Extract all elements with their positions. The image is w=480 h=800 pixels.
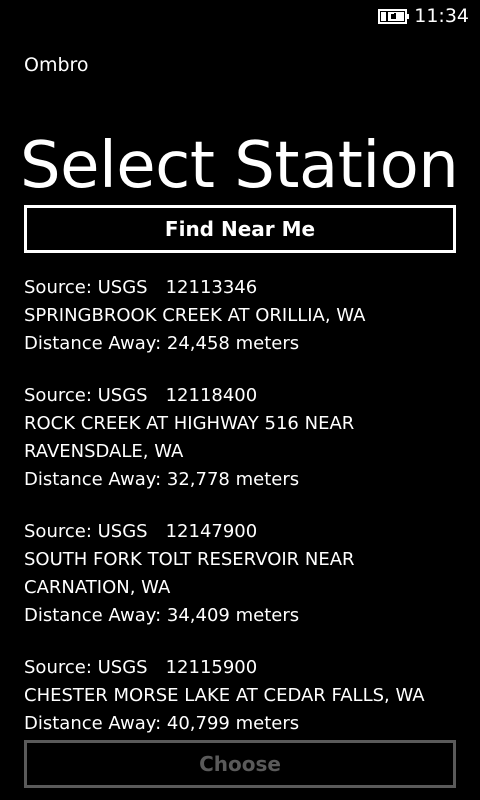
station-source: Source: USGS [24, 385, 148, 406]
station-source-line: Source: USGS 12147900 [24, 518, 464, 546]
station-distance: Distance Away: 40,799 meters [24, 713, 300, 734]
station-id: 12118400 [165, 385, 258, 406]
station-source: Source: USGS [24, 277, 148, 298]
station-name: CHESTER MORSE LAKE AT CEDAR FALLS, WA [24, 685, 425, 706]
station-source: Source: USGS [24, 521, 148, 542]
station-source-line: Source: USGS 12115900 [24, 654, 464, 682]
station-name: ROCK CREEK AT HIGHWAY 516 NEAR RAVENSDAL… [24, 413, 355, 462]
station-distance: Distance Away: 24,458 meters [24, 333, 300, 354]
station-distance: Distance Away: 32,778 meters [24, 469, 300, 490]
station-list-item[interactable]: Source: USGS 12115900 CHESTER MORSE LAKE A… [24, 654, 464, 738]
status-clock: 11:34 [414, 5, 469, 27]
choose-button[interactable]: Choose [24, 740, 456, 788]
station-list-item[interactable]: Source: USGS 12113346 SPRINGBROOK CREEK AT… [24, 274, 464, 358]
station-name: SPRINGBROOK CREEK AT ORILLIA, WA [24, 305, 366, 326]
station-list-item[interactable]: Source: USGS 12147900 SOUTH FORK TOLT RESE… [24, 518, 464, 630]
station-source: Source: USGS [24, 657, 148, 678]
station-list-item[interactable]: Source: USGS 12118400 ROCK CREEK AT HIGHWA… [24, 382, 464, 494]
station-source-line: Source: USGS 12118400 [24, 382, 464, 410]
station-id: 12115900 [165, 657, 258, 678]
station-id: 12147900 [165, 521, 258, 542]
app-name: Ombro [24, 54, 89, 76]
status-bar: 11:34 [0, 0, 480, 32]
page-title: Select Station [20, 128, 459, 203]
find-near-me-button[interactable]: Find Near Me [24, 205, 456, 253]
station-list: Source: USGS 12113346 SPRINGBROOK CREEK AT… [24, 274, 464, 762]
station-id: 12113346 [165, 277, 258, 298]
battery-charging-icon [378, 9, 409, 24]
station-source-line: Source: USGS 12113346 [24, 274, 464, 302]
station-name: SOUTH FORK TOLT RESERVOIR NEAR CARNATION… [24, 549, 355, 598]
station-distance: Distance Away: 34,409 meters [24, 605, 300, 626]
